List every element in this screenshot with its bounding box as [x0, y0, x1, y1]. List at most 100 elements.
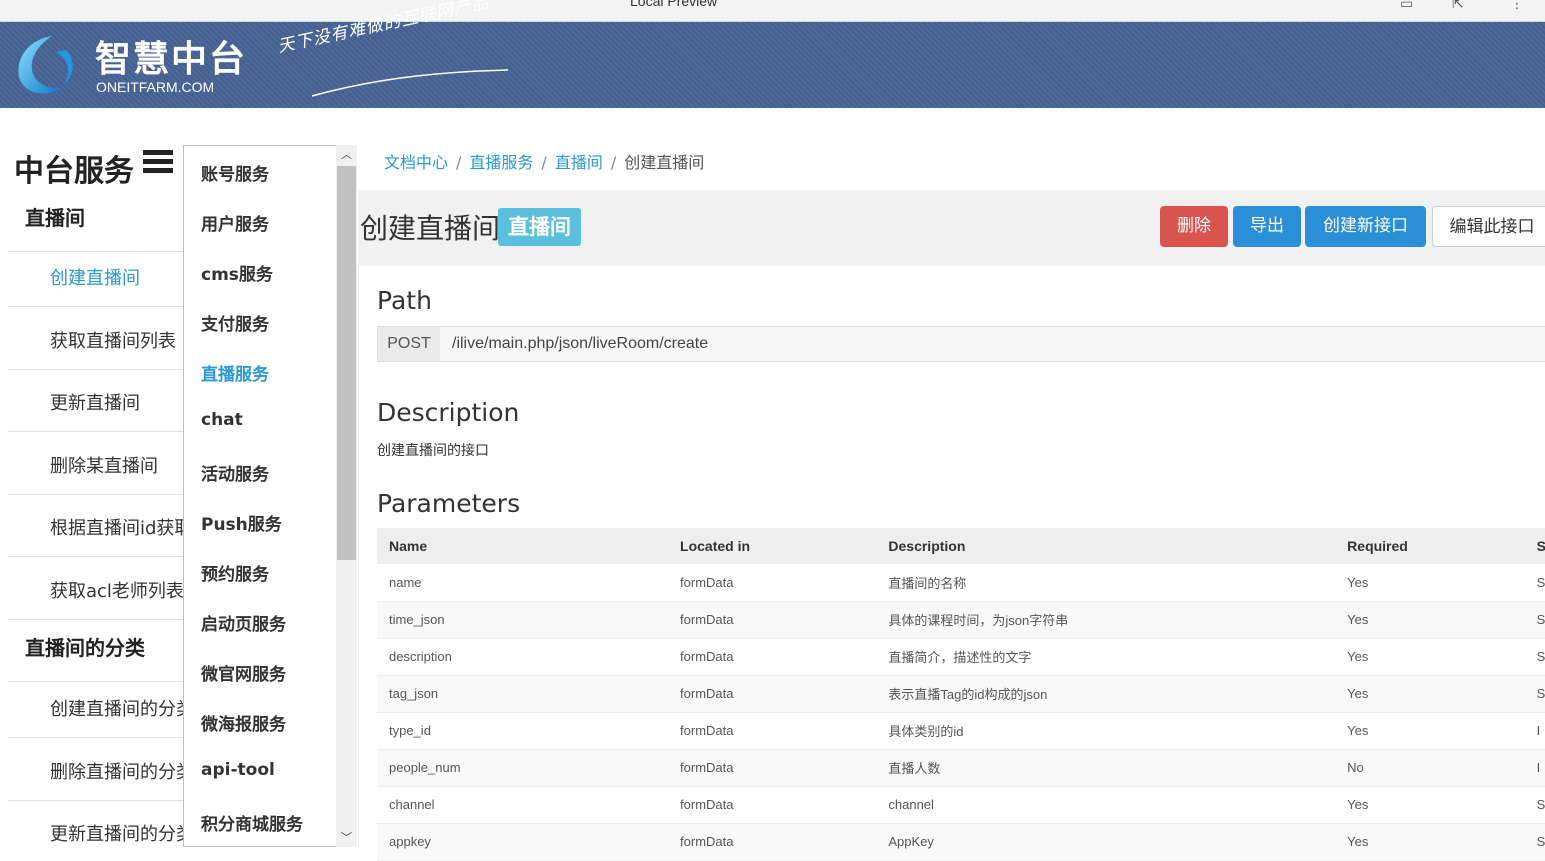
- breadcrumb-link-live-service[interactable]: 直播服务: [469, 153, 533, 172]
- nav-item-update-category[interactable]: 更新直播间的分类: [8, 800, 185, 847]
- dropdown-item[interactable]: 启动页服务: [201, 610, 286, 635]
- scroll-up-icon[interactable]: ︿: [336, 145, 357, 165]
- parameters-table: Name Located in Description Required S n…: [377, 528, 1545, 861]
- dropdown-item[interactable]: 积分商城服务: [201, 810, 303, 835]
- param-description: 具体类别的id: [876, 712, 1336, 750]
- column-header: S: [1524, 528, 1545, 564]
- nav-item-delete-category[interactable]: 删除直播间的分类: [8, 738, 185, 801]
- param-name: appkey: [377, 823, 669, 861]
- nav-group-category[interactable]: 直播间的分类: [8, 620, 185, 682]
- nav-group-liveroom[interactable]: 直播间: [8, 190, 185, 252]
- table-row: appkey formData AppKey Yes S: [377, 823, 1545, 861]
- brand-name: 智慧中台: [95, 39, 248, 80]
- column-header: Name: [377, 528, 669, 564]
- logo-icon[interactable]: [12, 32, 78, 98]
- dropdown-item[interactable]: Push服务: [201, 510, 282, 535]
- param-location: formData: [668, 638, 877, 676]
- dropdown-item[interactable]: 账号服务: [201, 160, 269, 185]
- param-location: formData: [668, 749, 877, 787]
- nav-item-acl-teachers[interactable]: 获取acl老师列表: [8, 557, 185, 620]
- dropdown-item[interactable]: chat: [201, 410, 243, 430]
- more-icon[interactable]: ⋮: [1510, 0, 1524, 12]
- dropdown-item[interactable]: 微海报服务: [201, 710, 286, 735]
- breadcrumb-link-docs[interactable]: 文档中心: [384, 153, 448, 172]
- table-row: people_num formData 直播人数 No I: [377, 749, 1545, 787]
- table-row: description formData 直播简介，描述性的文字 Yes S: [377, 638, 1545, 676]
- param-name: tag_json: [377, 675, 669, 713]
- page-title: 创建直播间: [360, 212, 501, 245]
- param-schema: S: [1524, 823, 1545, 861]
- param-schema: S: [1524, 601, 1545, 639]
- nav-item-create-liveroom[interactable]: 创建直播间: [8, 244, 185, 307]
- nav-item-update-liveroom[interactable]: 更新直播间: [8, 369, 185, 432]
- dropdown-item[interactable]: 支付服务: [201, 310, 269, 335]
- param-name: name: [377, 564, 669, 602]
- delete-button[interactable]: 删除: [1160, 206, 1228, 247]
- column-header: Description: [876, 528, 1336, 564]
- dropdown-item[interactable]: 活动服务: [201, 460, 269, 485]
- breadcrumb-separator: /: [541, 153, 547, 172]
- nav-item-label: 更新直播间的分类: [50, 824, 185, 845]
- param-schema: S: [1524, 564, 1545, 602]
- column-header: Located in: [668, 528, 877, 564]
- breadcrumb-separator: /: [610, 153, 617, 172]
- nav-item-delete-liveroom[interactable]: 删除某直播间: [8, 432, 185, 495]
- http-method: POST: [378, 327, 440, 361]
- param-location: formData: [668, 675, 877, 713]
- browser-title: Local Preview: [630, 0, 718, 9]
- document-icon[interactable]: ▭: [1400, 0, 1413, 12]
- scroll-down-icon[interactable]: ﹀: [336, 828, 357, 848]
- dropdown-item-active[interactable]: 直播服务: [201, 360, 269, 385]
- nav-item-label: 更新直播间: [50, 393, 140, 414]
- param-location: formData: [668, 712, 877, 750]
- param-required: Yes: [1335, 564, 1525, 602]
- path-heading: Path: [377, 286, 432, 315]
- param-description: AppKey: [876, 823, 1336, 861]
- param-required: Yes: [1335, 786, 1525, 824]
- param-location: formData: [668, 564, 877, 602]
- param-location: formData: [668, 601, 877, 639]
- dropdown-item[interactable]: 预约服务: [201, 560, 269, 585]
- endpoint-url: /ilive/main.php/json/liveRoom/create: [452, 335, 709, 352]
- nav-item-list-liveroom[interactable]: 获取直播间列表: [8, 307, 185, 370]
- dropdown-item[interactable]: cms服务: [201, 260, 273, 285]
- nav-item-get-by-id[interactable]: 根据直播间id获取: [8, 494, 185, 557]
- description-heading: Description: [377, 398, 520, 427]
- brand-domain: ONEITFARM.COM: [96, 79, 215, 95]
- param-name: time_json: [377, 601, 669, 639]
- breadcrumb-current: 创建直播间: [624, 153, 705, 172]
- nav-item-label: 删除某直播间: [50, 456, 158, 477]
- param-schema: S: [1524, 786, 1545, 824]
- dropdown-item[interactable]: 用户服务: [201, 210, 269, 235]
- category-badge: 直播间: [498, 208, 581, 246]
- param-location: formData: [668, 786, 877, 824]
- column-header: Required: [1335, 528, 1525, 564]
- nav-item-label: 创建直播间的分类: [50, 699, 185, 720]
- param-description: 具体的课程时间，为json字符串: [876, 601, 1336, 639]
- nav-item-label: 创建直播间: [50, 268, 140, 289]
- breadcrumb: 文档中心 / 直播服务 / 直播间 / 创建直播间: [384, 149, 704, 173]
- open-external-icon[interactable]: ⇱: [1452, 0, 1464, 12]
- breadcrumb-link-liveroom[interactable]: 直播间: [555, 153, 603, 172]
- service-dropdown: 账号服务 用户服务 cms服务 支付服务 直播服务 chat 活动服务 Push…: [183, 145, 357, 847]
- nav-item-label: 删除直播间的分类: [50, 762, 185, 783]
- param-description: 直播间的名称: [876, 564, 1336, 602]
- export-button[interactable]: 导出: [1233, 206, 1301, 247]
- dropdown-item[interactable]: 微官网服务: [201, 660, 286, 685]
- param-required: No: [1335, 749, 1525, 787]
- parameters-heading: Parameters: [377, 489, 521, 518]
- param-required: Yes: [1335, 712, 1525, 750]
- param-schema: S: [1524, 675, 1545, 713]
- edit-api-button[interactable]: 编辑此接口: [1432, 206, 1545, 247]
- param-description: channel: [876, 786, 1336, 824]
- menu-toggle-icon[interactable]: [143, 150, 173, 174]
- dropdown-item[interactable]: api-tool: [201, 760, 275, 780]
- nav-item-create-category[interactable]: 创建直播间的分类: [8, 675, 185, 738]
- dropdown-scroll-thumb[interactable]: [337, 166, 356, 560]
- browser-title-bar: Local Preview ▭ ⇱ ⋮: [0, 0, 1545, 22]
- create-api-button[interactable]: 创建新接口: [1305, 206, 1426, 247]
- api-title-bar: 创建直播间 直播间 删除 导出 创建新接口 编辑此接口: [358, 190, 1545, 266]
- nav-group-label: 直播间的分类: [25, 636, 145, 660]
- nav-group-label: 直播间: [25, 206, 85, 230]
- param-location: formData: [668, 823, 877, 861]
